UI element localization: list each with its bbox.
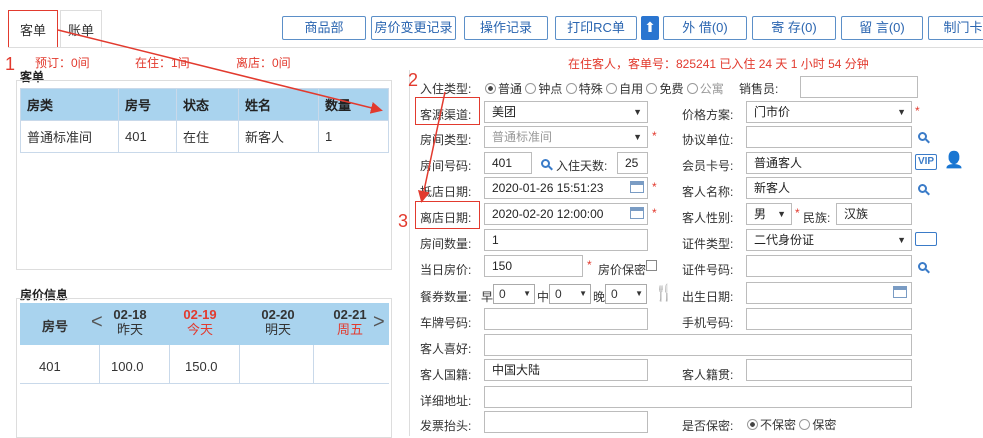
annotation-arrows bbox=[57, 29, 446, 203]
arrow-2 bbox=[418, 91, 446, 203]
arrow-1 bbox=[57, 29, 383, 114]
